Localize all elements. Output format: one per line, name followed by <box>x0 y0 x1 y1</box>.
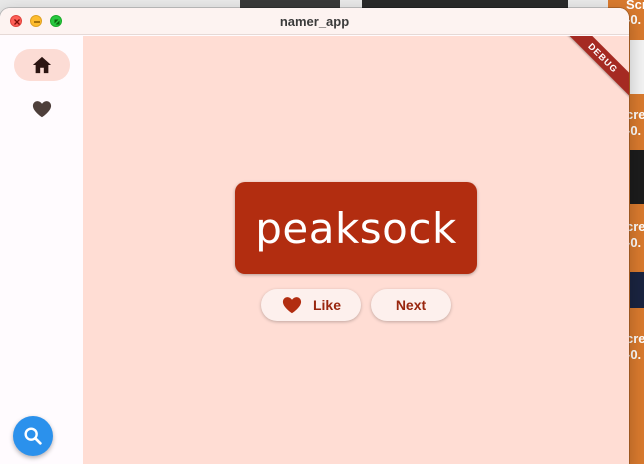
rail-item-favorites[interactable] <box>14 93 70 125</box>
debug-banner: DEBUG <box>557 36 629 104</box>
next-button[interactable]: Next <box>371 289 451 321</box>
desktop-thumbnail <box>630 272 644 308</box>
app-window: namer_app DEBUG peaksock Like Next <box>0 8 629 464</box>
desktop-thumbnail <box>630 40 644 94</box>
desktop-thumbnail <box>630 150 644 204</box>
generator-page: DEBUG peaksock Like Next <box>83 36 629 464</box>
home-icon <box>32 56 52 74</box>
search-icon <box>24 427 42 445</box>
rail-item-home[interactable] <box>14 49 70 81</box>
word-pair-text: peaksock <box>255 203 457 253</box>
heart-icon <box>281 295 303 315</box>
next-button-label: Next <box>395 297 427 313</box>
word-pair-card: peaksock <box>235 182 477 274</box>
like-button[interactable]: Like <box>261 289 361 321</box>
like-button-label: Like <box>312 297 341 313</box>
window-title: namer_app <box>279 14 350 29</box>
heart-icon <box>32 101 52 118</box>
search-fab[interactable] <box>13 416 53 456</box>
navigation-rail <box>0 36 83 464</box>
title-bar[interactable]: namer_app <box>0 8 629 35</box>
